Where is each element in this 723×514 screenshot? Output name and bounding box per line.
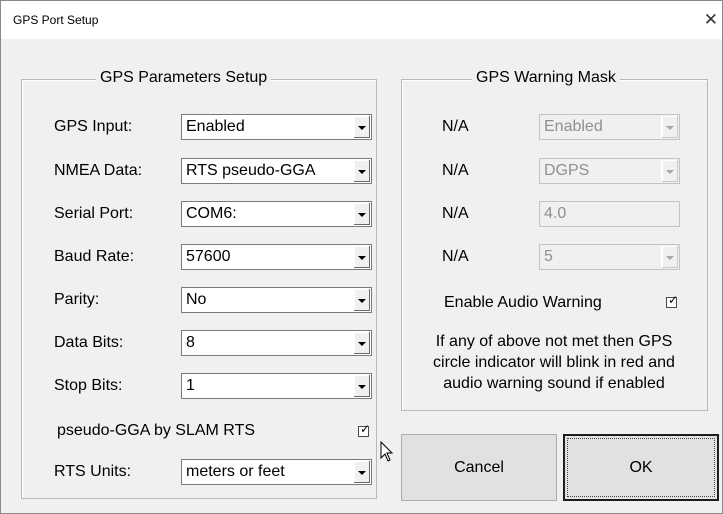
mouse-pointer-icon [380,441,394,462]
nmea-data-label: NMEA Data: [54,162,143,179]
pseudo-gga-label: pseudo-GGA by SLAM RTS [57,422,256,439]
warning-row2-value: DGPS [544,162,590,179]
audio-warning-checkbox[interactable]: ✓ [666,293,679,308]
data-bits-dropdown-button[interactable] [353,332,370,354]
audio-warning-label: Enable Audio Warning [444,294,602,311]
stop-bits-value: 1 [186,377,195,394]
warning-row2-dropdown-button [661,160,678,182]
cancel-button-label: Cancel [454,458,504,476]
chevron-down-icon [666,126,674,130]
chevron-down-icon [358,256,366,260]
warning-row4-label: N/A [442,248,469,265]
chevron-down-icon [358,471,366,475]
stop-bits-combo[interactable]: 1 [181,373,372,399]
parity-label: Parity: [54,291,100,308]
warning-row4-dropdown-button [661,246,678,268]
chevron-down-icon [358,342,366,346]
baud-rate-label: Baud Rate: [54,248,135,265]
rts-units-label: RTS Units: [54,463,132,480]
nmea-data-dropdown-button[interactable] [353,160,370,182]
chevron-down-icon [666,170,674,174]
gps-warning-mask-group-title: GPS Warning Mask [472,69,620,87]
baud-rate-value: 57600 [186,248,231,265]
warning-note-line-2: circle indicator will blink in red and [433,354,675,371]
stop-bits-label: Stop Bits: [54,377,123,394]
rts-units-value: meters or feet [186,463,285,480]
warning-note-line-1: If any of above not met then GPS [435,333,673,350]
chevron-down-icon [358,170,366,174]
warning-row2-combo: DGPS [539,158,680,184]
serial-port-value: COM6: [186,205,237,222]
ok-button-label: OK [629,458,653,476]
chevron-down-icon [358,213,366,217]
chevron-down-icon [358,126,366,130]
data-bits-value: 8 [186,334,195,351]
window-title: GPS Port Setup [13,13,99,27]
warning-row4-combo: 5 [539,244,680,270]
nmea-data-value: RTS pseudo-GGA [186,162,316,179]
serial-port-combo[interactable]: COM6: [181,201,372,227]
ok-button[interactable]: OK [563,434,719,501]
warning-row3-field: 4.0 [539,201,680,227]
warning-row2-label: N/A [442,162,469,179]
chevron-down-icon [358,385,366,389]
pseudo-gga-checkbox[interactable]: ✓ [358,422,371,437]
gps-port-setup-dialog: GPS Port Setup ✕ GPS Parameters Setup GP… [0,0,723,514]
warning-row3-value: 4.0 [544,205,567,222]
gps-parameters-group-title: GPS Parameters Setup [96,69,272,87]
warning-note-line-3: audio warning sound if enabled [443,375,665,392]
baud-rate-dropdown-button[interactable] [353,246,370,268]
parity-value: No [186,291,207,308]
close-icon[interactable]: ✕ [704,10,718,30]
gps-input-value: Enabled [186,118,245,135]
nmea-data-combo[interactable]: RTS pseudo-GGA [181,158,372,184]
rts-units-combo[interactable]: meters or feet [181,459,372,485]
gps-input-label: GPS Input: [54,118,133,135]
warning-row1-dropdown-button [661,116,678,138]
data-bits-combo[interactable]: 8 [181,330,372,356]
warning-row1-value: Enabled [544,118,603,135]
gps-input-combo[interactable]: Enabled [181,114,372,140]
serial-port-label: Serial Port: [54,205,134,222]
cancel-button[interactable]: Cancel [401,434,557,501]
warning-row3-label: N/A [442,205,469,222]
chevron-down-icon [358,299,366,303]
serial-port-dropdown-button[interactable] [353,203,370,225]
data-bits-label: Data Bits: [54,334,124,351]
parity-dropdown-button[interactable] [353,289,370,311]
warning-row1-label: N/A [442,118,469,135]
gps-input-dropdown-button[interactable] [353,116,370,138]
stop-bits-dropdown-button[interactable] [353,375,370,397]
warning-row1-combo: Enabled [539,114,680,140]
parity-combo[interactable]: No [181,287,372,313]
warning-note: If any of above not met then GPS circle … [405,331,703,394]
baud-rate-combo[interactable]: 57600 [181,244,372,270]
rts-units-dropdown-button[interactable] [353,461,370,483]
chevron-down-icon [666,256,674,260]
checkmark-icon: ✓ [360,422,371,436]
warning-row4-value: 5 [544,248,553,265]
title-bar: GPS Port Setup ✕ [1,1,722,39]
checkmark-icon: ✓ [668,293,679,307]
